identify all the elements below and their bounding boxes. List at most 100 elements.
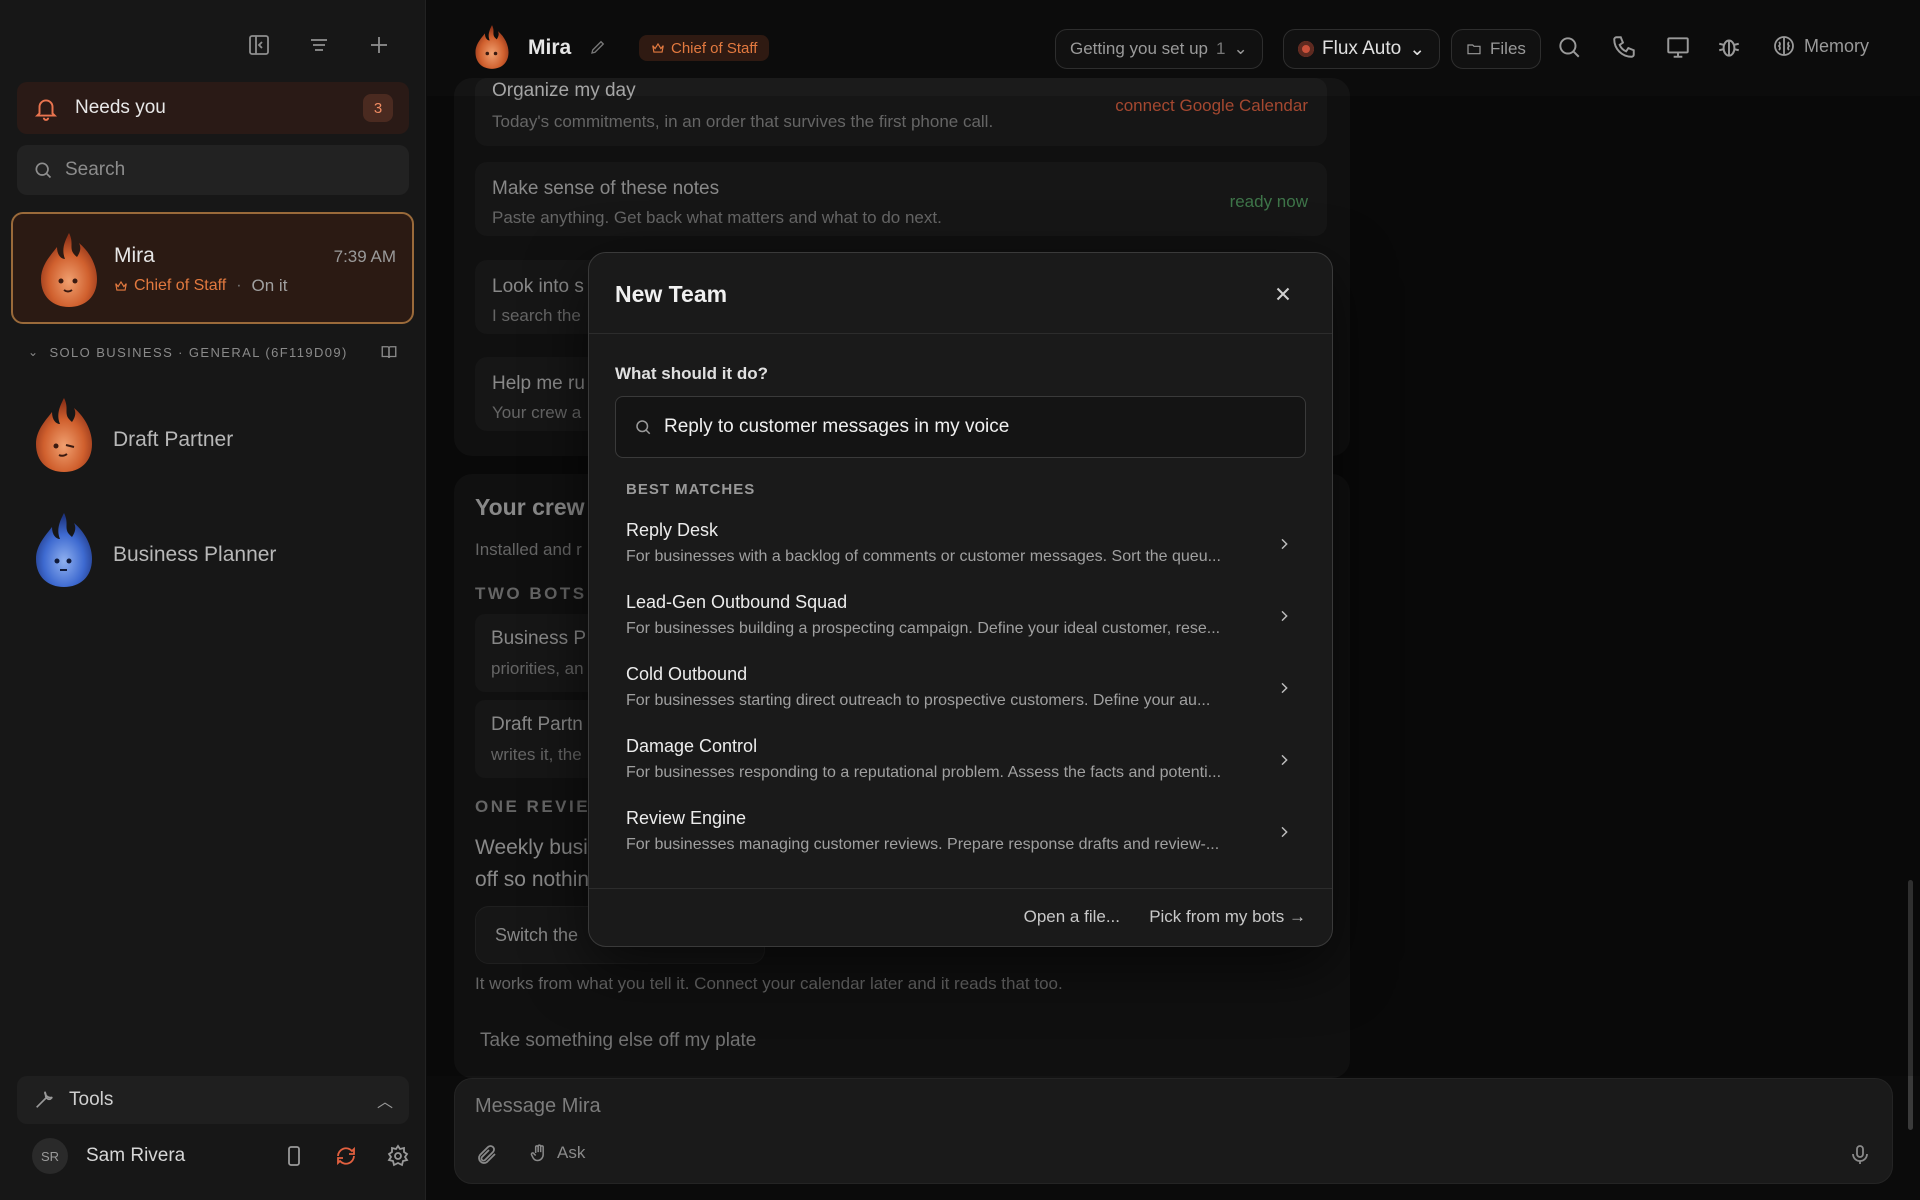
task-search-input[interactable] [664, 416, 1287, 438]
microphone-icon[interactable] [1848, 1143, 1872, 1167]
match-damage-control[interactable]: Damage Control For businesses responding… [615, 730, 1306, 796]
needs-you-label: Needs you [75, 97, 166, 118]
setup-label: Getting you set up [1070, 39, 1208, 58]
user-row: SR Sam Rivera [32, 1136, 410, 1176]
new-team-dialog: New Team What should it do? BEST MATCHES… [588, 252, 1333, 947]
match-title: Lead-Gen Outbound Squad [626, 592, 848, 612]
files-button[interactable]: Files [1451, 29, 1541, 69]
crown-icon [115, 280, 127, 291]
task-question-label: What should it do? [615, 364, 768, 383]
model-name: Flux Auto [1322, 38, 1402, 59]
bot-name: Business Planner [113, 543, 277, 566]
match-description: For businesses responding to a reputatio… [626, 764, 1222, 781]
chevron-right-icon [1281, 682, 1288, 694]
dialog-header: New Team [589, 253, 1332, 334]
search-icon [35, 162, 52, 179]
crown-icon [652, 42, 664, 53]
tools-label: Tools [69, 1089, 114, 1110]
search-icon [636, 420, 651, 435]
screen-icon[interactable] [1665, 34, 1691, 60]
match-reply-desk[interactable]: Reply Desk For businesses with a backlog… [615, 514, 1306, 580]
draft-partner-avatar [32, 396, 96, 474]
chevron-right-icon [1281, 826, 1288, 838]
sidebar-search-input[interactable]: Search [17, 145, 409, 195]
needs-you-button[interactable]: Needs you 3 [17, 82, 409, 134]
chevron-right-icon [1281, 754, 1288, 766]
sidebar-toolbar [244, 30, 394, 60]
chevron-down-icon: ⌄ [28, 345, 40, 359]
sidebar-bot-draft-partner[interactable]: Draft Partner [32, 392, 412, 482]
business-planner-avatar [32, 511, 96, 589]
folder-icon [1467, 44, 1481, 55]
bell-icon [34, 99, 58, 121]
bot-role-label: Chief of Staff [134, 277, 227, 294]
menu-icon[interactable] [304, 30, 334, 60]
pencil-icon[interactable] [589, 38, 607, 56]
phone-icon[interactable] [1611, 34, 1637, 60]
match-title: Cold Outbound [626, 664, 748, 684]
ask-mode-button[interactable]: Ask [529, 1143, 585, 1163]
user-name: Sam Rivera [86, 1145, 186, 1166]
setup-progress-button[interactable]: Getting you set up 1 ⌄ [1055, 29, 1263, 69]
chevron-down-icon: ⌄ [1409, 38, 1426, 60]
bug-icon[interactable] [1716, 34, 1742, 60]
best-matches-label: BEST MATCHES [626, 481, 756, 498]
role-badge: Chief of Staff [639, 35, 770, 61]
model-selector[interactable]: Flux Auto ⌄ [1283, 29, 1441, 69]
match-review-engine[interactable]: Review Engine For businesses managing cu… [615, 802, 1306, 868]
chevron-up-icon: ︿ [376, 1094, 393, 1111]
collapse-sidebar-icon[interactable] [244, 30, 274, 60]
role-badge-label: Chief of Staff [671, 39, 758, 57]
message-composer[interactable]: Message Mira Ask [454, 1078, 1893, 1184]
bot-status: On it [251, 276, 288, 295]
model-icon [1298, 41, 1314, 57]
match-description: For businesses starting direct outreach … [626, 692, 1211, 709]
match-cold-outbound[interactable]: Cold Outbound For businesses starting di… [615, 658, 1306, 724]
chevron-right-icon [1281, 610, 1288, 622]
bot-timestamp: 7:39 AM [333, 247, 396, 266]
sidebar-bot-business-planner[interactable]: Business Planner [32, 507, 412, 597]
dialog-footer: Open a file... Pick from my bots → [589, 888, 1332, 946]
match-description: For businesses building a prospecting ca… [626, 620, 1221, 637]
sidebar: Needs you 3 Search Mira 7:39 AM Chief of… [0, 0, 426, 1200]
bot-role: Chief of Staff · On it [114, 276, 287, 296]
mira-header-avatar [472, 24, 512, 70]
phone-device-icon[interactable] [282, 1144, 306, 1168]
avatar[interactable]: SR [32, 1138, 68, 1174]
separator-dot: · [236, 277, 242, 294]
sidebar-bot-mira[interactable]: Mira 7:39 AM Chief of Staff · On it [11, 212, 414, 324]
bot-name: Mira [114, 244, 155, 267]
setup-count: 1 [1215, 39, 1226, 58]
chevron-down-icon: ⌄ [1233, 39, 1248, 58]
gear-icon[interactable] [386, 1144, 410, 1168]
match-title: Damage Control [626, 736, 758, 756]
paperclip-icon[interactable] [475, 1143, 499, 1167]
close-icon[interactable] [1272, 283, 1294, 305]
match-title: Review Engine [626, 808, 747, 828]
bot-name: Draft Partner [113, 428, 234, 451]
group-header[interactable]: ⌄ SOLO BUSINESS · GENERAL (6F119D09) [28, 343, 398, 361]
match-lead-gen-outbound-squad[interactable]: Lead-Gen Outbound Squad For businesses b… [615, 586, 1306, 652]
search-icon[interactable] [1556, 34, 1582, 60]
new-chat-icon[interactable] [364, 30, 394, 60]
user-actions [282, 1144, 410, 1168]
match-description: For businesses with a backlog of comment… [626, 548, 1221, 565]
wrench-icon [36, 1091, 53, 1108]
hand-icon [530, 1144, 544, 1162]
pick-from-bots-link[interactable]: Pick from my bots → [1149, 907, 1306, 927]
message-input-placeholder[interactable]: Message Mira [475, 1095, 601, 1118]
brain-icon [1774, 36, 1794, 56]
match-description: For businesses managing customer reviews… [626, 836, 1220, 853]
files-label: Files [1490, 39, 1526, 58]
group-label: SOLO BUSINESS · GENERAL (6F119D09) [49, 344, 348, 360]
memory-button[interactable]: Memory [1772, 34, 1869, 58]
task-search-field[interactable] [615, 396, 1306, 458]
memory-label: Memory [1804, 35, 1870, 56]
mira-avatar [37, 231, 101, 309]
tools-toggle[interactable]: Tools ︿ [17, 1076, 409, 1124]
match-title: Reply Desk [626, 520, 719, 540]
sync-icon[interactable] [334, 1144, 358, 1168]
open-file-link[interactable]: Open a file... [1024, 907, 1120, 927]
book-icon[interactable] [380, 343, 398, 361]
search-placeholder: Search [65, 159, 126, 180]
